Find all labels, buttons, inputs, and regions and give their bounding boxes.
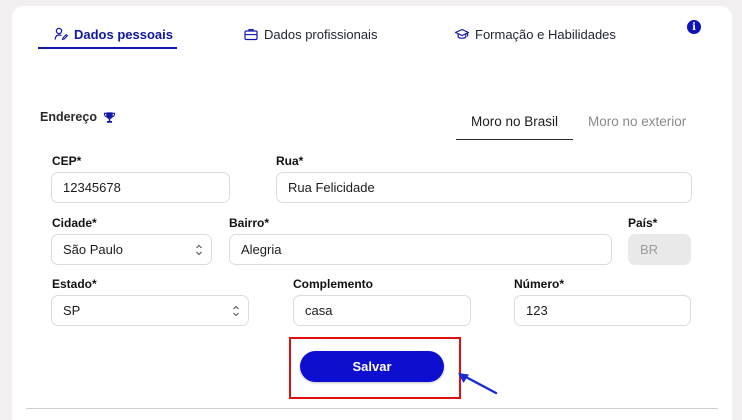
numero-field[interactable]: 123 (514, 295, 691, 326)
cep-value: 12345678 (63, 180, 121, 195)
estado-select[interactable]: SP (51, 295, 249, 326)
bairro-label: Bairro* (229, 216, 270, 230)
cep-field[interactable]: 12345678 (51, 172, 230, 203)
cidade-select[interactable]: São Paulo (51, 234, 212, 265)
graduation-cap-icon (455, 27, 469, 41)
section-title-text: Endereço (40, 110, 97, 124)
active-tab-indicator (38, 47, 177, 49)
save-button[interactable]: Salvar (300, 351, 444, 382)
person-edit-icon (54, 27, 68, 41)
numero-label: Número* (514, 277, 565, 291)
tab-moro-no-brasil[interactable]: Moro no Brasil (471, 114, 558, 129)
pais-label: País* (628, 216, 658, 230)
numero-value: 123 (526, 303, 548, 318)
pais-field: BR (628, 234, 691, 265)
divider (26, 408, 718, 409)
location-tab-indicator (456, 139, 573, 140)
briefcase-icon (244, 27, 258, 41)
tab-moro-no-exterior[interactable]: Moro no exterior (588, 114, 686, 129)
bairro-field[interactable]: Alegria (229, 234, 612, 265)
rua-field[interactable]: Rua Felicidade (276, 172, 692, 203)
cep-label: CEP* (52, 154, 82, 168)
complemento-field[interactable]: casa (293, 295, 471, 326)
tab-dados-pessoais[interactable]: Dados pessoais (54, 20, 173, 48)
bairro-value: Alegria (241, 242, 282, 257)
pointer-arrow-icon (458, 373, 498, 395)
chevron-updown-icon (233, 305, 239, 317)
rua-label: Rua* (276, 154, 304, 168)
complemento-label: Complemento (293, 277, 374, 291)
cidade-value: São Paulo (63, 242, 123, 257)
rua-value: Rua Felicidade (288, 180, 375, 195)
estado-value: SP (63, 303, 81, 318)
chevron-updown-icon (196, 244, 202, 256)
estado-label: Estado* (52, 277, 97, 291)
complemento-value: casa (305, 303, 333, 318)
tab-label: Dados pessoais (74, 26, 173, 42)
tab-label: Dados profissionais (264, 26, 378, 42)
form-card: Dados pessoais Dados profissionais Forma… (12, 6, 732, 420)
pais-value: BR (640, 242, 659, 257)
tab-label: Formação e Habilidades (475, 26, 616, 42)
tab-formacao-habilidades[interactable]: Formação e Habilidades (455, 20, 616, 48)
info-icon[interactable]: i (687, 20, 701, 34)
tab-dados-profissionais[interactable]: Dados profissionais (244, 20, 377, 48)
section-title: Endereço (40, 110, 116, 124)
cidade-label: Cidade* (52, 216, 97, 230)
trophy-icon (103, 111, 116, 124)
